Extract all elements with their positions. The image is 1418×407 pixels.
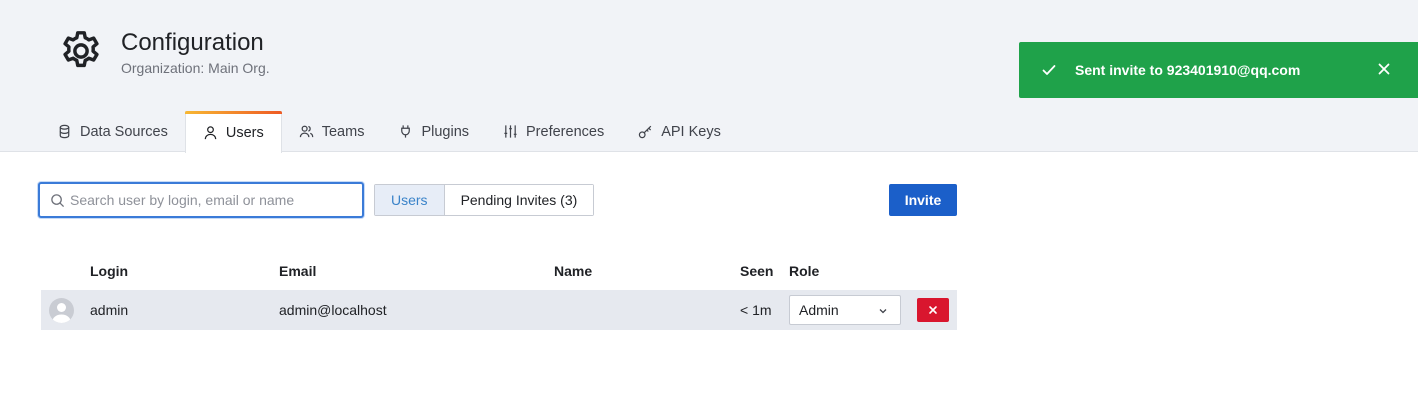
key-icon [639, 125, 652, 139]
tab-label: Teams [321, 123, 365, 140]
user-avatar-icon [52, 303, 71, 323]
column-header-seen: Seen [740, 263, 774, 279]
user-last-seen: < 1m [740, 302, 772, 318]
close-icon[interactable] [1376, 61, 1392, 77]
column-header-role: Role [789, 263, 820, 279]
filter-pending-invites-button[interactable]: Pending Invites (3) [444, 185, 594, 215]
tab-data-sources[interactable]: Data Sources [40, 111, 185, 152]
page-subtitle: Organization: Main Org. [121, 60, 270, 76]
search-icon [51, 194, 65, 208]
column-header-name: Name [554, 263, 593, 279]
users-icon [299, 125, 314, 138]
tab-api-keys[interactable]: API Keys [621, 111, 738, 152]
user-filter-toggle: Users Pending Invites (3) [374, 184, 595, 216]
plug-icon [401, 125, 411, 138]
table-header: Login Email Name Seen Role [0, 263, 960, 281]
tab-plugins[interactable]: Plugins [381, 111, 486, 152]
tab-bar: Data Sources Users Teams Plugins Prefere… [40, 111, 738, 153]
column-header-email: Email [279, 263, 317, 279]
close-icon [929, 306, 937, 314]
sliders-icon [504, 125, 517, 138]
tab-teams[interactable]: Teams [282, 111, 382, 152]
user-icon [204, 126, 217, 140]
tab-label: API Keys [661, 123, 721, 140]
delete-user-button[interactable] [917, 298, 949, 322]
invite-button[interactable]: Invite [889, 184, 957, 216]
tab-label: Preferences [526, 123, 605, 140]
check-icon [1042, 65, 1056, 75]
user-login: admin [90, 302, 129, 318]
avatar [49, 298, 74, 323]
search-field [38, 182, 364, 218]
role-select[interactable]: Admin [789, 295, 901, 325]
filter-users-button[interactable]: Users [375, 185, 445, 215]
toast-message: Sent invite to 923401910@qq.com [1075, 62, 1301, 78]
user-email: admin@localhost [279, 302, 387, 318]
tab-users[interactable]: Users [184, 111, 282, 153]
column-header-login: Login [90, 263, 129, 279]
tab-preferences[interactable]: Preferences [486, 111, 621, 152]
tab-label: Users [225, 124, 264, 141]
page-title: Configuration [121, 29, 264, 56]
tab-label: Plugins [421, 123, 470, 140]
role-value: Admin [799, 302, 839, 318]
tab-label: Data Sources [80, 123, 168, 140]
database-icon [59, 124, 70, 139]
gear-icon [63, 31, 99, 68]
success-toast: Sent invite to 923401910@qq.com [1019, 42, 1418, 98]
table-row: admin admin@localhost < 1m Admin [41, 290, 957, 330]
search-input[interactable] [70, 184, 350, 216]
chevron-down-icon [879, 309, 887, 314]
